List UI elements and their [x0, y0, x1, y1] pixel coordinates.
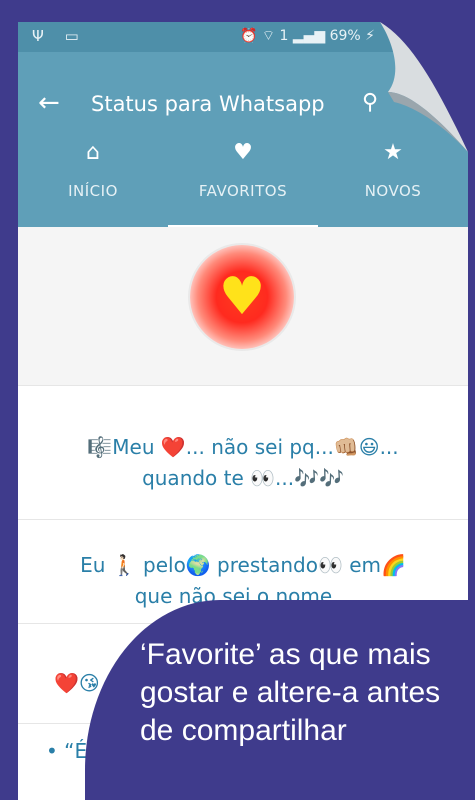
post-text-line: 🎼Meu ❤️... não sei pq...👊🏼😃...	[87, 435, 399, 459]
tab-favoritos[interactable]: ♥ FAVORITOS	[168, 140, 318, 200]
back-arrow-icon[interactable]: ←	[38, 90, 60, 116]
home-icon: ⌂	[86, 140, 100, 165]
favorites-header: ♥	[18, 227, 468, 385]
tab-inicio[interactable]: ⌂ INÍCIO	[18, 140, 168, 200]
page-curl-decoration	[380, 22, 468, 152]
heart-icon: ♥	[218, 267, 266, 327]
list-item[interactable]: 🎼Meu ❤️... não sei pq...👊🏼😃... quando te…	[18, 385, 468, 520]
app-title: Status para Whatsapp	[91, 92, 325, 116]
tab-label: INÍCIO	[68, 182, 118, 200]
search-icon[interactable]: ⚲	[362, 90, 378, 115]
tab-label: NOVOS	[364, 182, 422, 200]
status-right-icons: ⏰ ⌔ 1 ▂▄▆ 69% ⚡	[240, 28, 375, 44]
promo-banner: ‘Favorite’ as que mais gostar e altere-a…	[85, 600, 475, 800]
status-left-icons: Ψ ▭	[32, 27, 87, 45]
post-text-line: Eu 🚶🏻 pelo🌍 prestando👀 em🌈	[80, 553, 406, 577]
post-text-line: quando te 👀...🎶🎶	[142, 466, 344, 490]
heart-icon: ♥	[233, 140, 253, 165]
tab-label: FAVORITOS	[198, 182, 288, 200]
promo-text: ‘Favorite’ as que mais gostar e altere-a…	[140, 638, 441, 747]
favorite-heart-button[interactable]: ♥	[190, 245, 294, 349]
